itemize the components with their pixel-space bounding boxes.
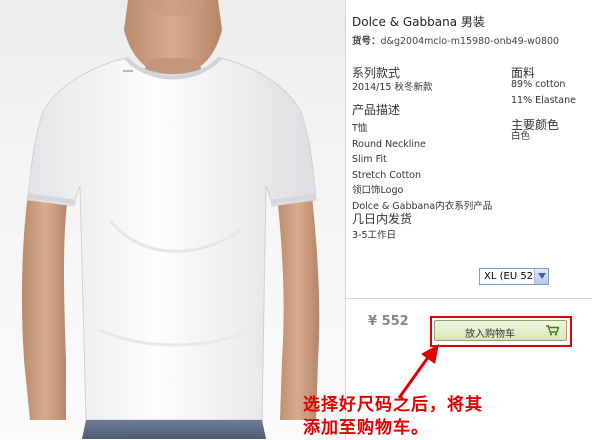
product-details-panel: Dolce & Gabbana 男装 货号：d&g2004mclo-m15980… (345, 0, 592, 439)
description-line: T恤 (352, 123, 368, 134)
product-photo (0, 0, 346, 439)
sku-value: d&g2004mclo-m15980-onb49-w0800 (380, 36, 560, 47)
material-list: 89% cotton 11% Elastane (511, 77, 576, 108)
product-title: Dolce & Gabbana 男装 (352, 15, 485, 29)
material-line: 89% cotton (511, 79, 566, 90)
description-line: 领口饰Logo (352, 185, 404, 196)
size-select[interactable]: XL (EU 52) (479, 268, 549, 285)
description-line: Round Neckline (352, 138, 426, 150)
material-line: 11% Elastane (511, 94, 576, 106)
product-price: ¥ 552 (368, 314, 409, 329)
sku-line: 货号：d&g2004mclo-m15980-onb49-w0800 (352, 33, 559, 47)
size-select-value: XL (EU 52) (484, 271, 537, 282)
color-value: 白色 (511, 131, 531, 142)
shopping-cart-icon (546, 325, 559, 336)
description-list: T恤 Round Neckline Slim Fit Stretch Cotto… (352, 121, 492, 214)
annotation-callout: 选择好尺码之后，将其 添加至购物车。 (303, 394, 543, 440)
series-heading: 系列款式 (352, 66, 401, 80)
chevron-down-icon (538, 273, 546, 279)
shipping-value: 3-5工作日 (352, 230, 397, 241)
sku-label: 货号： (352, 36, 381, 47)
add-to-cart-label: 放入购物车 (465, 329, 515, 340)
description-line: Stretch Cotton (352, 169, 422, 181)
purchase-divider (345, 298, 592, 299)
size-select-toggle[interactable] (534, 269, 548, 284)
annotation-line-1: 选择好尺码之后，将其 (303, 395, 483, 415)
tshirt-model-image (22, 0, 320, 439)
shipping-heading: 几日内发货 (352, 212, 413, 226)
annotation-arrow-icon (397, 344, 439, 399)
add-to-cart-button[interactable]: 放入购物车 (434, 320, 567, 341)
annotation-line-2: 添加至购物车。 (303, 418, 429, 438)
description-heading: 产品描述 (352, 103, 401, 117)
series-value: 2014/15 秋冬新款 (352, 82, 433, 93)
description-line: Slim Fit (352, 154, 387, 165)
